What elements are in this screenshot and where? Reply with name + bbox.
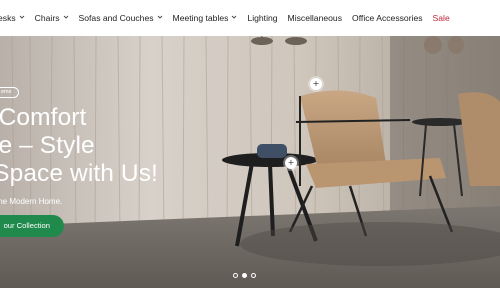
slider-dot[interactable] — [233, 273, 238, 278]
nav-item-chairs[interactable]: Chairs — [35, 13, 69, 23]
nav-item-label: Chairs — [34, 13, 60, 23]
nav-item-desks[interactable]: esks — [0, 13, 25, 23]
nav-item-meeting-tables[interactable]: Meeting tables — [173, 13, 238, 23]
hero-headline-line: me – Style — [0, 132, 95, 159]
chevron-down-icon — [231, 14, 237, 20]
nav-item-label: Office Accessories — [352, 13, 423, 23]
chevron-down-icon — [157, 14, 163, 20]
hero-headline-line: g Comfort — [0, 104, 87, 131]
product-hotspot-plus-icon[interactable]: + — [285, 157, 297, 169]
nav-item-label: Meeting tables — [172, 13, 229, 23]
nav-item-miscellaneous[interactable]: Miscellaneous — [288, 13, 342, 23]
nav-item-sale[interactable]: Sale — [433, 13, 450, 23]
nav-item-sofas[interactable]: Sofas and Couches — [79, 13, 163, 23]
nav-item-label: esks — [0, 13, 16, 23]
hero-headline: g Comfort me – Style r Space with Us! — [0, 104, 218, 188]
nav-item-label: Sofas and Couches — [78, 13, 154, 23]
hero-banner: ems g Comfort me – Style r Space with Us… — [0, 36, 500, 288]
slider-dot-active[interactable] — [242, 273, 247, 278]
hero-badge: ems — [0, 87, 20, 98]
slider-pagination — [233, 273, 256, 278]
chevron-down-icon — [19, 14, 25, 20]
chevron-down-icon — [63, 14, 69, 20]
shop-collection-button[interactable]: our Collection — [0, 215, 64, 237]
nav-item-office-accessories[interactable]: Office Accessories — [352, 13, 423, 23]
slider-dot[interactable] — [251, 273, 256, 278]
nav-item-lighting[interactable]: Lighting — [247, 13, 277, 23]
nav-item-label: Sale — [432, 13, 450, 23]
product-hotspot-plus-icon[interactable]: + — [310, 78, 322, 90]
hero-headline-line: r Space with Us! — [0, 160, 158, 187]
top-nav: esks Chairs Sofas and Couches Meeting ta… — [0, 0, 500, 36]
hero-subline: the Modern Home. — [0, 197, 63, 206]
nav-item-label: Miscellaneous — [287, 13, 343, 23]
nav-item-label: Lighting — [247, 13, 278, 23]
